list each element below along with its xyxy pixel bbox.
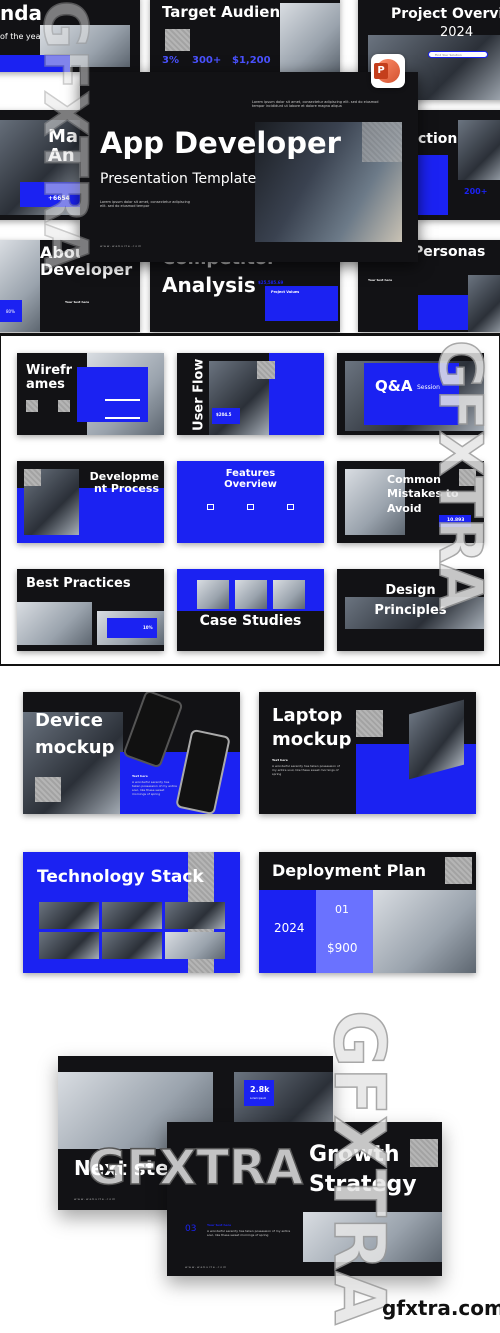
- slides-grid: Wirefr ames User Flow $204.5 Q&A Session …: [0, 333, 500, 666]
- hero-lorem-bottom: Lorem ipsum dolor sit amet, consectetur …: [100, 200, 190, 208]
- slide-laptop-mockup: Laptop mockup Text here A wonderful seren…: [259, 692, 476, 814]
- slide-title: Q&A: [375, 377, 413, 395]
- slide-suffix: Session: [417, 384, 440, 391]
- slide-subtitle: of the year: [0, 32, 44, 41]
- hero-slide: Lorem ipsum dolor sit amet, consectetur …: [80, 72, 418, 262]
- hero-subtitle: Presentation Template: [100, 171, 257, 187]
- slide-title: Case Studies: [199, 613, 302, 629]
- slide-technology-stack: Technology Stack: [23, 852, 240, 973]
- hero-website: www.website.com: [100, 244, 143, 248]
- stat: +6654: [48, 195, 70, 202]
- stat: 300+: [192, 55, 222, 66]
- slide-title: Laptop mockup: [272, 705, 352, 751]
- stat: $1,200: [232, 55, 271, 66]
- deploy-number: 01: [335, 903, 349, 916]
- feature-icon: [207, 504, 214, 510]
- stat: 200+: [464, 187, 488, 196]
- slide-title: Features Overview: [224, 468, 277, 490]
- feature-icon: [247, 504, 254, 510]
- slide-case-studies: Case Studies: [177, 569, 324, 651]
- hero-collage: nda of the year Target Audience 3% 300+ …: [0, 0, 500, 333]
- deploy-year: 2024: [274, 921, 305, 935]
- slide-title: Growth Strategy: [309, 1142, 417, 1197]
- slide-title: ction: [418, 131, 458, 147]
- slide-target-audience: Target Audience 3% 300+ $1,200: [150, 0, 340, 72]
- stat-badge: 2.8k Lorem ipsum: [244, 1080, 274, 1106]
- hero-title: App Developer: [100, 126, 341, 160]
- slide-qa-session: Q&A Session: [337, 353, 484, 435]
- slide-title: Best Practices: [26, 576, 131, 591]
- slide-title: nda: [0, 1, 43, 25]
- slide-title: Project Overvi: [391, 6, 500, 22]
- slide-market-analysis: Ma An +6654: [0, 110, 80, 220]
- project-values-card: Project Values: [265, 286, 338, 321]
- search-input[interactable]: Find Your Solution: [428, 51, 488, 58]
- slide-introduction: ction 200+: [418, 110, 500, 220]
- slide-device-mockup: Device mockup Text here A wonderful seren…: [23, 692, 240, 814]
- slide-title: Personas: [413, 244, 486, 260]
- slide-wireframes: Wirefr ames: [17, 353, 164, 435]
- slide-title: Technology Stack: [37, 867, 204, 887]
- slide-title: Design Principles: [374, 583, 447, 618]
- slide-growth-strategy: Growth Strategy 03 Your text here A wonde…: [167, 1122, 442, 1276]
- slide-title: Deployment Plan: [272, 861, 427, 880]
- slide-title: Common Mistakes to Avoid: [387, 473, 459, 515]
- slide-title: User Flow: [191, 358, 207, 431]
- slide-design-principles: Design Principles: [337, 569, 484, 651]
- slide-agenda: nda of the year: [0, 0, 140, 72]
- slide-title: Device mockup: [35, 710, 115, 758]
- slide-title: Wirefr ames: [26, 363, 73, 392]
- feature-icon: [287, 504, 294, 510]
- step-number: 03: [185, 1224, 197, 1234]
- slide-best-practices: Best Practices 10%: [17, 569, 164, 651]
- slide-features-overview: Features Overview: [177, 461, 324, 543]
- slide-development-process: Developme nt Process: [17, 461, 164, 543]
- powerpoint-icon: P: [371, 54, 405, 88]
- slide-title: Target Audience: [162, 3, 300, 21]
- deploy-price: $900: [327, 941, 358, 955]
- slide-title-2: Analysis: [162, 273, 256, 297]
- slide-title: Developme nt Process: [89, 470, 159, 495]
- slide-year: 2024: [440, 25, 474, 40]
- slide-common-mistakes: Common Mistakes to Avoid 10.893: [337, 461, 484, 543]
- slide-user-flow: User Flow $204.5: [177, 353, 324, 435]
- hero-lorem-top: Lorem ipsum dolor sit amet, consectetur …: [252, 100, 379, 108]
- stat: 3%: [162, 55, 179, 66]
- watermark-site: gfxtra.com: [382, 1296, 500, 1320]
- slide-deployment-plan: Deployment Plan 01 2024 $900: [259, 852, 476, 973]
- slide-title: Ma An: [48, 126, 79, 166]
- badge: 80%: [0, 300, 22, 322]
